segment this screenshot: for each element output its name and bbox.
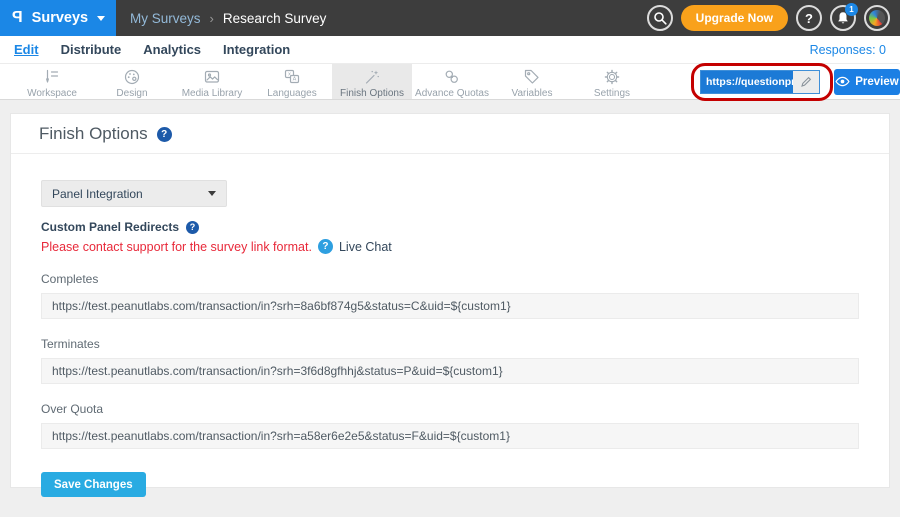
breadcrumb: My Surveys › Research Survey: [130, 11, 326, 26]
toolbar-item-settings[interactable]: Settings: [572, 64, 652, 99]
translate-icon: x A: [281, 67, 303, 87]
card-header: Finish Options ?: [11, 114, 889, 154]
pencil-icon: [800, 76, 812, 88]
upgrade-now-button[interactable]: Upgrade Now: [681, 5, 788, 31]
live-chat-link[interactable]: Live Chat: [339, 240, 392, 254]
notification-count-badge: 1: [845, 3, 858, 16]
finish-options-card: Finish Options ? Panel Integration Custo…: [10, 113, 890, 488]
terminates-label: Terminates: [41, 337, 859, 351]
toolbar-item-workspace[interactable]: Workspace: [12, 64, 92, 99]
over-quota-url-field[interactable]: https://test.peanutlabs.com/transaction/…: [41, 423, 859, 449]
responses-count: Responses: 0: [810, 43, 886, 57]
completes-label: Completes: [41, 272, 859, 286]
surveys-product-menu[interactable]: P Surveys: [0, 0, 116, 36]
toolbar-label: Variables: [512, 88, 553, 99]
panel-integration-select[interactable]: Panel Integration: [41, 180, 227, 207]
toolbar-label: Design: [116, 88, 147, 99]
svg-text:A: A: [293, 76, 297, 82]
over-quota-label: Over Quota: [41, 402, 859, 416]
custom-panel-redirects-help-icon[interactable]: ?: [186, 221, 199, 234]
workspace-list-icon: [41, 67, 63, 87]
chevron-down-icon: [208, 191, 216, 196]
card-body: Panel Integration Custom Panel Redirects…: [11, 180, 889, 497]
help-button[interactable]: ?: [796, 5, 822, 31]
tab-integration[interactable]: Integration: [223, 42, 290, 57]
tab-analytics[interactable]: Analytics: [143, 42, 201, 57]
preview-button[interactable]: Preview: [834, 69, 900, 95]
page-content: Finish Options ? Panel Integration Custo…: [0, 100, 900, 488]
toolbar-item-media-library[interactable]: Media Library: [172, 64, 252, 99]
terminates-field-group: Terminates https://test.peanutlabs.com/t…: [41, 337, 859, 384]
completes-field-group: Completes https://test.peanutlabs.com/tr…: [41, 272, 859, 319]
question-mark-icon: ?: [805, 11, 813, 26]
tab-distribute[interactable]: Distribute: [61, 42, 122, 57]
eye-icon: [835, 76, 850, 87]
app-window: P Surveys My Surveys › Research Survey U…: [0, 0, 900, 488]
toolbar-item-variables[interactable]: Variables: [492, 64, 572, 99]
edit-toolbar: Workspace Design Media Library x: [0, 63, 900, 100]
support-notice-text: Please contact support for the survey li…: [41, 240, 312, 254]
toolbar-label: Advance Quotas: [415, 88, 489, 99]
tag-icon: [521, 67, 543, 87]
custom-panel-redirects-header: Custom Panel Redirects ?: [41, 220, 859, 234]
breadcrumb-my-surveys[interactable]: My Surveys: [130, 11, 201, 26]
section-heading: Custom Panel Redirects: [41, 220, 179, 234]
toolbar-label: Settings: [594, 88, 630, 99]
select-value: Panel Integration: [52, 187, 143, 201]
edit-url-button[interactable]: [793, 71, 819, 93]
toolbar-label: Workspace: [27, 88, 77, 99]
page-title: Finish Options: [39, 124, 148, 144]
header-actions: Upgrade Now ? 1: [647, 5, 900, 31]
chain-link-icon: [441, 67, 463, 87]
preview-label: Preview: [855, 76, 898, 88]
finish-options-help-icon[interactable]: ?: [157, 127, 172, 142]
breadcrumb-current-survey: Research Survey: [223, 11, 327, 26]
image-icon: [201, 67, 223, 87]
toolbar-item-languages[interactable]: x A Languages: [252, 64, 332, 99]
avatar[interactable]: [864, 5, 890, 31]
toolbar-label: Languages: [267, 88, 317, 99]
gear-icon: [601, 67, 623, 87]
search-icon: [653, 11, 667, 25]
avatar-image: [869, 10, 885, 26]
terminates-url-field[interactable]: https://test.peanutlabs.com/transaction/…: [41, 358, 859, 384]
survey-nav-tabs: Edit Distribute Analytics Integration Re…: [0, 36, 900, 63]
toolbar-item-advance-quotas[interactable]: Advance Quotas: [412, 64, 492, 99]
tab-edit[interactable]: Edit: [14, 42, 39, 57]
magic-wand-icon: [361, 67, 383, 87]
survey-url-input[interactable]: https://questionpro.com/t/A: [700, 70, 820, 94]
toolbar-label: Finish Options: [340, 88, 404, 99]
toolbar-label: Media Library: [182, 88, 243, 99]
support-notice-row: Please contact support for the survey li…: [41, 239, 859, 254]
top-header: P Surveys My Surveys › Research Survey U…: [0, 0, 900, 36]
search-button[interactable]: [647, 5, 673, 31]
breadcrumb-separator-icon: ›: [210, 11, 214, 26]
toolbar-item-finish-options[interactable]: Finish Options: [332, 64, 412, 99]
chevron-down-icon: [97, 16, 105, 21]
survey-url-selected-text: https://questionpro.com/t/A: [701, 71, 793, 93]
live-chat-icon[interactable]: ?: [318, 239, 333, 254]
toolbar-item-design[interactable]: Design: [92, 64, 172, 99]
questionpro-logo-icon: P: [12, 9, 23, 27]
notifications-button[interactable]: 1: [830, 5, 856, 31]
product-name: Surveys: [32, 10, 88, 26]
palette-icon: [121, 67, 143, 87]
completes-url-field[interactable]: https://test.peanutlabs.com/transaction/…: [41, 293, 859, 319]
over-quota-field-group: Over Quota https://test.peanutlabs.com/t…: [41, 402, 859, 449]
save-changes-button[interactable]: Save Changes: [41, 472, 146, 497]
survey-url-zone: https://questionpro.com/t/A: [700, 70, 820, 94]
